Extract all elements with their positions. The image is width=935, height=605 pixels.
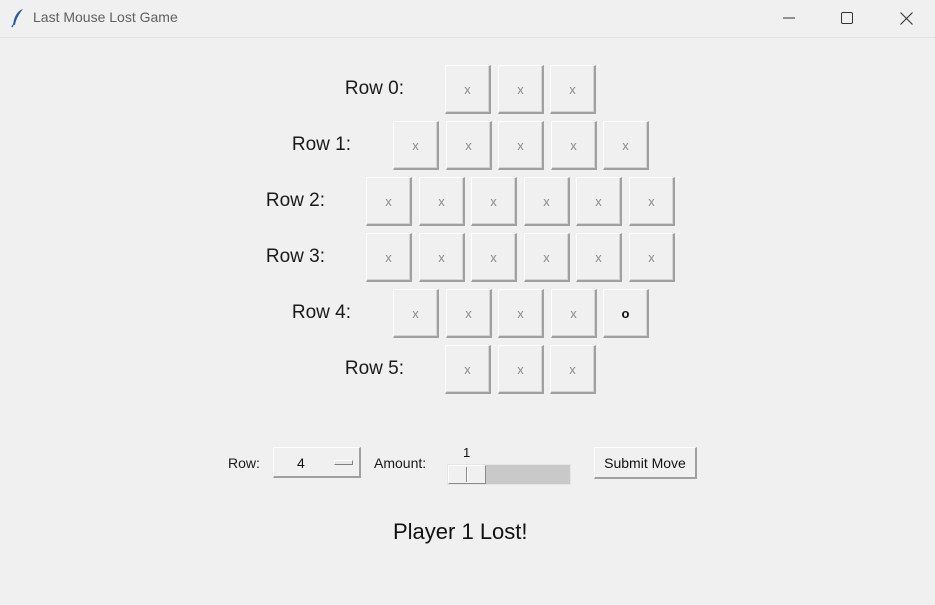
cell-r5-c0[interactable]: x — [445, 345, 491, 394]
cell-r3-c0[interactable]: x — [366, 233, 412, 282]
cell-r3-c2[interactable]: x — [471, 233, 517, 282]
cell-r3-c3[interactable]: x — [524, 233, 570, 282]
maximize-icon[interactable] — [818, 0, 876, 36]
row-label: Row: — [228, 455, 260, 471]
row-label-3: Row 3: — [265, 246, 325, 267]
submit-move-button[interactable]: Submit Move — [594, 447, 697, 479]
row-label-2: Row 2: — [265, 190, 325, 211]
row-selected-value: 4 — [297, 455, 305, 471]
cell-r1-c0[interactable]: x — [393, 121, 439, 170]
cell-r2-c1[interactable]: x — [419, 177, 465, 226]
row-label-1: Row 1: — [291, 134, 351, 155]
game-status: Player 1 Lost! — [393, 519, 528, 544]
minimize-icon[interactable] — [760, 0, 818, 36]
row-label-5: Row 5: — [344, 358, 404, 379]
row-label-4: Row 4: — [291, 302, 351, 323]
window-title: Last Mouse Lost Game — [33, 9, 178, 25]
close-icon[interactable] — [877, 0, 935, 36]
cell-r4-c2[interactable]: x — [498, 289, 544, 338]
cell-r5-c1[interactable]: x — [498, 345, 544, 394]
cell-r0-c2[interactable]: x — [550, 65, 596, 114]
cell-r0-c0[interactable]: x — [445, 65, 491, 114]
cell-r0-c1[interactable]: x — [498, 65, 544, 114]
cell-r2-c3[interactable]: x — [524, 177, 570, 226]
feather-icon — [11, 8, 25, 28]
cell-r3-c5[interactable]: x — [629, 233, 675, 282]
cell-r3-c4[interactable]: x — [576, 233, 622, 282]
cell-r1-c4[interactable]: x — [603, 121, 649, 170]
cell-r5-c2[interactable]: x — [550, 345, 596, 394]
cell-r4-c4[interactable]: o — [603, 289, 649, 338]
amount-value: 1 — [463, 445, 471, 460]
dropdown-indicator-icon — [334, 460, 353, 465]
cell-r2-c5[interactable]: x — [629, 177, 675, 226]
amount-slider-handle[interactable] — [448, 465, 486, 484]
cell-r1-c2[interactable]: x — [498, 121, 544, 170]
amount-label: Amount: — [374, 455, 427, 471]
row-dropdown[interactable]: 4 — [273, 447, 361, 478]
cell-r3-c1[interactable]: x — [419, 233, 465, 282]
cell-r4-c1[interactable]: x — [446, 289, 492, 338]
cell-r2-c0[interactable]: x — [366, 177, 412, 226]
cell-r1-c3[interactable]: x — [551, 121, 597, 170]
title-bar: Last Mouse Lost Game — [0, 0, 935, 38]
cell-r4-c3[interactable]: x — [551, 289, 597, 338]
cell-r4-c0[interactable]: x — [393, 289, 439, 338]
cell-r2-c2[interactable]: x — [471, 177, 517, 226]
row-label-0: Row 0: — [344, 78, 404, 99]
cell-r2-c4[interactable]: x — [576, 177, 622, 226]
cell-r1-c1[interactable]: x — [446, 121, 492, 170]
